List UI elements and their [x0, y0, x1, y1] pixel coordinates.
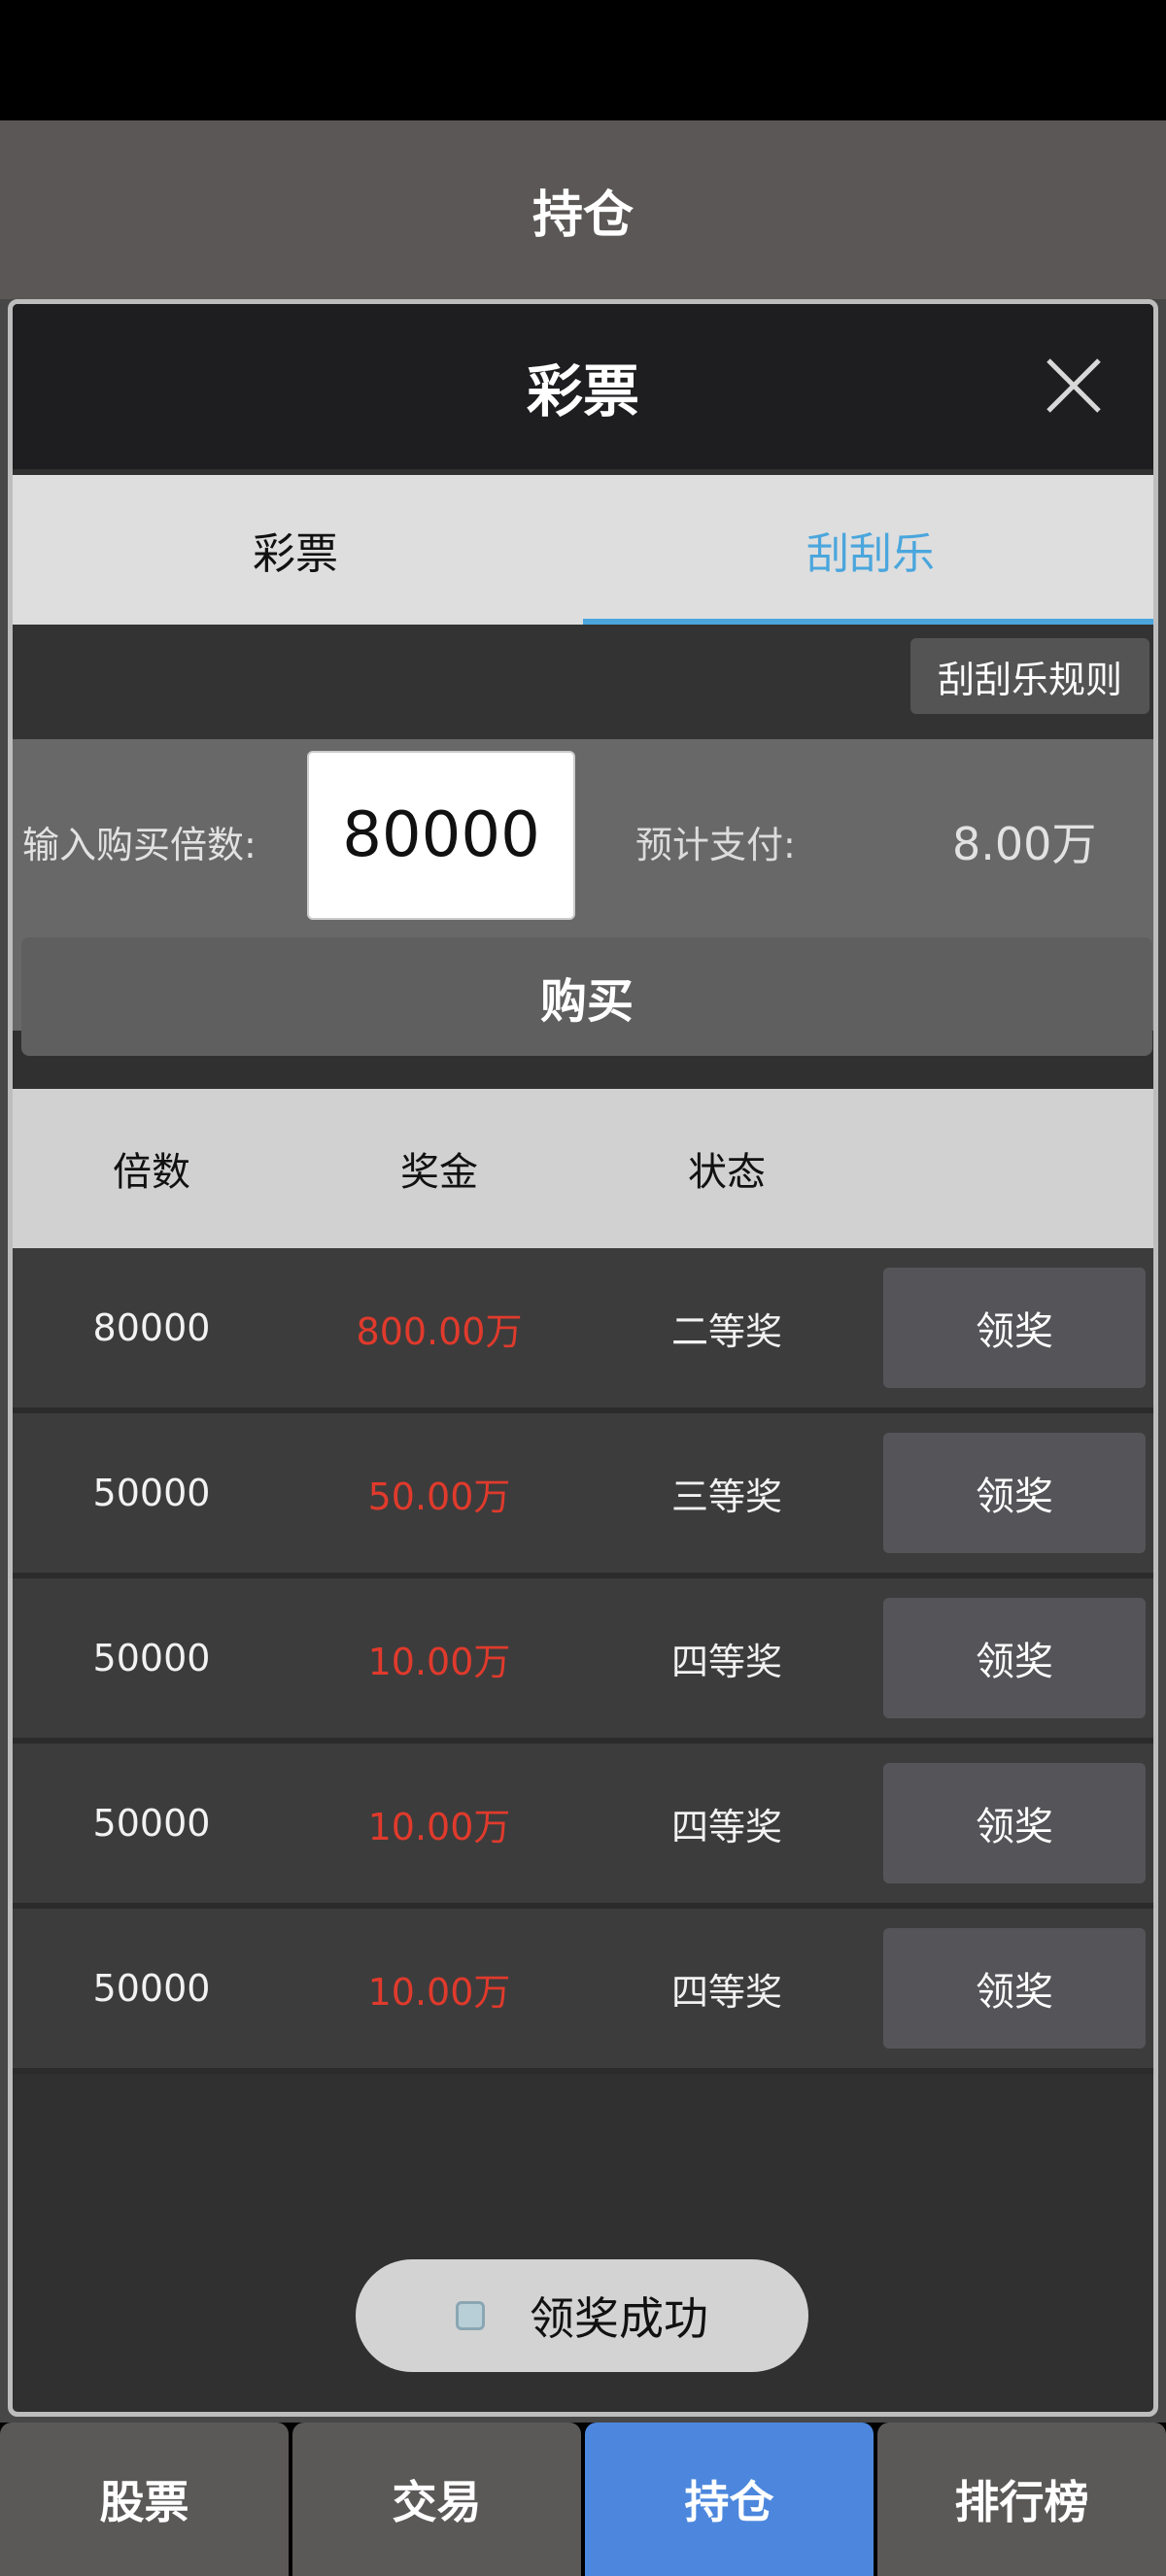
estimated-payment-value: 8.00万 [952, 818, 1097, 870]
row-multiplier: 50000 [92, 1637, 211, 1679]
tab-lottery[interactable]: 彩票 [13, 475, 583, 625]
toast-text: 领奖成功 [530, 2292, 708, 2345]
success-toast: 领奖成功 [356, 2259, 808, 2372]
page-title: 持仓 [0, 120, 1166, 299]
claim-button[interactable]: 领奖 [883, 1928, 1146, 2049]
quantity-input[interactable] [307, 751, 575, 920]
nav-stocks[interactable]: 股票 [0, 2423, 289, 2576]
table-header: 倍数 奖金 状态 [13, 1089, 1153, 1248]
header-prize: 奖金 [400, 1150, 478, 1195]
header-status: 状态 [688, 1150, 766, 1195]
estimated-payment-label: 预计支付: [635, 824, 796, 866]
header-multiplier: 倍数 [113, 1150, 190, 1195]
app-icon [456, 2301, 485, 2330]
row-prize: 10.00万 [367, 1970, 511, 2014]
row-multiplier: 50000 [92, 1472, 211, 1514]
table-row: 50000 50.00万 三等奖 领奖 [13, 1413, 1153, 1578]
nav-leaderboard[interactable]: 排行榜 [877, 2423, 1166, 2576]
row-status: 三等奖 [670, 1474, 782, 1518]
quantity-label: 输入购买倍数: [22, 824, 257, 866]
claim-button[interactable]: 领奖 [883, 1433, 1146, 1553]
nav-holdings[interactable]: 持仓 [585, 2423, 874, 2576]
claim-button[interactable]: 领奖 [883, 1598, 1146, 1718]
table-row: 80000 800.00万 二等奖 领奖 [13, 1248, 1153, 1413]
row-status: 二等奖 [670, 1309, 782, 1353]
nav-trade[interactable]: 交易 [292, 2423, 581, 2576]
row-status: 四等奖 [670, 1640, 782, 1683]
claim-button[interactable]: 领奖 [883, 1763, 1146, 1883]
row-prize: 800.00万 [356, 1309, 523, 1353]
row-prize: 10.00万 [367, 1640, 511, 1683]
modal-title: 彩票 [526, 358, 639, 424]
row-prize: 10.00万 [367, 1805, 511, 1848]
row-status: 四等奖 [670, 1805, 782, 1848]
close-icon[interactable] [1043, 355, 1105, 417]
row-prize: 50.00万 [367, 1474, 511, 1518]
scratch-rules-button[interactable]: 刮刮乐规则 [910, 638, 1149, 714]
row-multiplier: 50000 [92, 1967, 211, 2010]
tab-bar: 彩票 刮刮乐 [13, 475, 1153, 625]
claim-button[interactable]: 领奖 [883, 1268, 1146, 1388]
row-multiplier: 50000 [92, 1802, 211, 1845]
rules-row: 刮刮乐规则 [13, 625, 1153, 739]
status-bar [0, 0, 1166, 120]
table-row: 50000 10.00万 四等奖 领奖 [13, 1578, 1153, 1744]
modal-header: 彩票 [13, 304, 1153, 469]
row-status: 四等奖 [670, 1970, 782, 2014]
prize-table: 80000 800.00万 二等奖 领奖 50000 50.00万 三等奖 领奖… [13, 1248, 1153, 2074]
buy-button[interactable]: 购买 [21, 937, 1152, 1056]
table-row: 50000 10.00万 四等奖 领奖 [13, 1744, 1153, 1909]
tab-scratch-card[interactable]: 刮刮乐 [583, 475, 1153, 625]
buy-panel: 输入购买倍数: 预计支付: 8.00万 购买 [13, 739, 1153, 1056]
table-row: 50000 10.00万 四等奖 领奖 [13, 1909, 1153, 2074]
bottom-nav: 股票 交易 持仓 排行榜 [0, 2423, 1166, 2576]
lottery-modal: 彩票 彩票 刮刮乐 刮刮乐规则 输入购买倍数: 预计支付: 8.00万 购买 倍… [8, 299, 1158, 2417]
row-multiplier: 80000 [92, 1306, 211, 1349]
